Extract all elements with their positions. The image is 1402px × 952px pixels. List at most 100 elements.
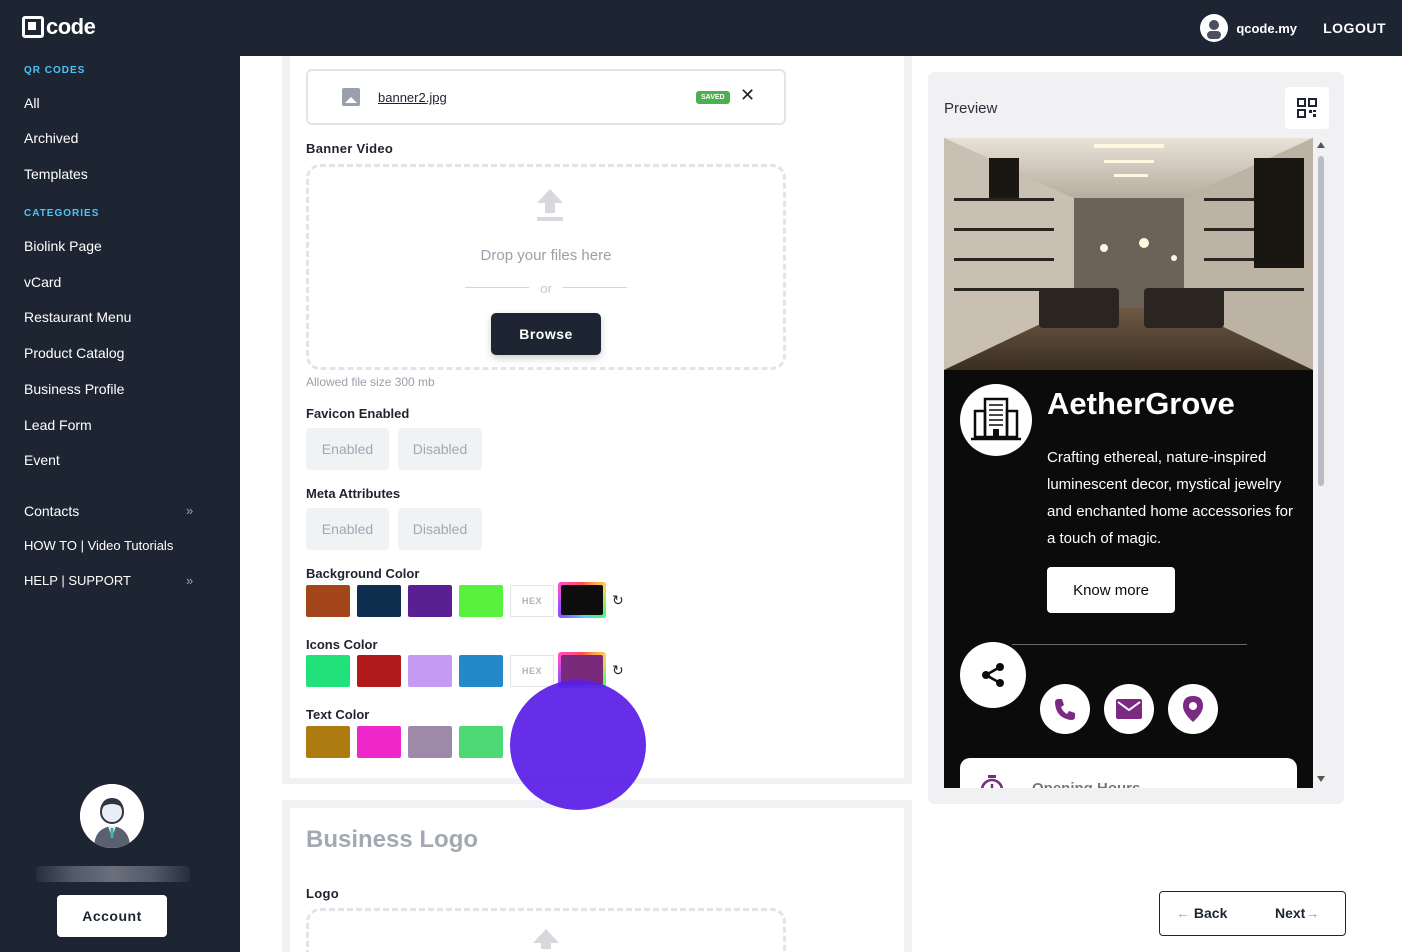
sidebar-item-biolink[interactable]: Biolink Page <box>24 238 102 254</box>
or-text: or <box>540 281 552 296</box>
logo-dropzone[interactable] <box>306 908 786 952</box>
bg-color-picker[interactable] <box>558 582 606 618</box>
text-swatch-gold[interactable] <box>306 726 350 758</box>
chevron-double-right-icon: » <box>186 573 194 588</box>
banner-video-label: Banner Video <box>306 141 394 156</box>
favicon-disabled-button[interactable]: Disabled <box>398 428 482 470</box>
chevron-double-right-icon: » <box>186 503 194 518</box>
icons-reset-icon[interactable]: ↻ <box>612 662 624 679</box>
preview-scrollbar[interactable] <box>1315 140 1326 788</box>
app-logo[interactable]: code <box>22 14 96 40</box>
text-swatch-green[interactable] <box>459 726 503 758</box>
sidebar-item-vcard[interactable]: vCard <box>24 274 61 290</box>
bg-swatch-green[interactable] <box>459 585 503 617</box>
sidebar-item-help-support[interactable]: HELP | SUPPORT <box>24 573 131 588</box>
divider <box>1012 644 1247 645</box>
bg-swatch-brown[interactable] <box>306 585 350 617</box>
browse-button[interactable]: Browse <box>491 313 601 355</box>
meta-attributes-label: Meta Attributes <box>306 486 401 501</box>
logout-link[interactable]: LOGOUT <box>1323 20 1386 36</box>
banner-file-row: banner2.jpg SAVED ✕ <box>306 69 786 125</box>
location-button[interactable] <box>1168 684 1218 734</box>
sidebar: QR CODES All Archived Templates CATEGORI… <box>0 56 240 952</box>
business-logo-title: Business Logo <box>306 826 479 853</box>
saved-badge: SAVED <box>696 91 730 104</box>
business-name: AetherGrove <box>1047 386 1235 421</box>
icons-color-label: Icons Color <box>306 637 378 652</box>
qr-code-button[interactable] <box>1285 87 1329 129</box>
logo-text: code <box>46 14 96 39</box>
business-logo <box>960 384 1032 456</box>
icons-hex-button[interactable]: HEX <box>510 655 554 687</box>
phone-icon <box>1055 699 1075 720</box>
or-divider-right <box>563 287 627 288</box>
business-description: Crafting ethereal, nature-inspired lumin… <box>1047 449 1293 547</box>
person-avatar-icon <box>80 784 144 848</box>
remove-file-icon[interactable]: ✕ <box>740 85 755 106</box>
preview-label: Preview <box>944 100 998 117</box>
icons-swatch-green[interactable] <box>306 655 350 687</box>
bg-hex-button[interactable]: HEX <box>510 585 554 617</box>
meta-disabled-button[interactable]: Disabled <box>398 508 482 550</box>
know-more-button[interactable]: Know more <box>1047 567 1175 613</box>
sidebar-item-templates[interactable]: Templates <box>24 166 88 182</box>
icons-swatch-lavender[interactable] <box>408 655 452 687</box>
arrow-right-icon: → <box>1305 905 1320 921</box>
mail-icon <box>1116 699 1142 719</box>
back-button[interactable]: ← Back <box>1176 905 1227 921</box>
building-logo-icon <box>971 397 1021 441</box>
sidebar-item-restaurant-menu[interactable]: Restaurant Menu <box>24 309 131 325</box>
opening-hours-label: Opening Hours <box>1032 780 1140 788</box>
sidebar-item-archived[interactable]: Archived <box>24 130 78 146</box>
banner-image <box>944 138 1313 370</box>
account-avatar <box>80 784 144 848</box>
stopwatch-icon <box>980 775 1004 788</box>
scroll-thumb[interactable] <box>1318 156 1324 486</box>
sidebar-item-video-tutorials[interactable]: HOW TO | Video Tutorials <box>24 538 173 553</box>
account-name-blurred <box>36 866 190 882</box>
step-navigation: ← Back Next→ <box>1159 891 1346 936</box>
floating-action-circle[interactable] <box>510 680 646 810</box>
account-button[interactable]: Account <box>57 895 167 937</box>
opening-hours-card[interactable]: Opening Hours <box>960 758 1297 788</box>
share-button[interactable] <box>960 642 1026 708</box>
share-icon <box>982 663 1004 687</box>
banner-file-link[interactable]: banner2.jpg <box>378 90 447 105</box>
favicon-label: Favicon Enabled <box>306 406 410 421</box>
top-bar: code qcode.my LOGOUT <box>0 0 1402 56</box>
sidebar-heading-qr: QR CODES <box>24 65 86 76</box>
sidebar-item-business-profile[interactable]: Business Profile <box>24 381 124 397</box>
meta-enabled-button[interactable]: Enabled <box>306 508 389 550</box>
next-button[interactable]: Next→ <box>1275 905 1319 921</box>
text-color-label: Text Color <box>306 707 370 722</box>
favicon-enabled-button[interactable]: Enabled <box>306 428 389 470</box>
scroll-down-arrow-icon[interactable] <box>1317 776 1325 782</box>
background-color-label: Background Color <box>306 566 420 581</box>
next-label: Next <box>1275 905 1306 921</box>
user-menu[interactable]: qcode.my <box>1200 14 1297 42</box>
logo-label: Logo <box>306 886 339 901</box>
icons-swatch-blue[interactable] <box>459 655 503 687</box>
sidebar-item-event[interactable]: Event <box>24 452 60 468</box>
phone-button[interactable] <box>1040 684 1090 734</box>
drop-files-text: Drop your files here <box>480 247 612 264</box>
bg-swatch-navy[interactable] <box>357 585 401 617</box>
icons-swatch-red[interactable] <box>357 655 401 687</box>
text-swatch-mauve[interactable] <box>408 726 452 758</box>
location-pin-icon <box>1183 696 1203 722</box>
sidebar-item-contacts[interactable]: Contacts <box>24 503 79 519</box>
sidebar-item-lead-form[interactable]: Lead Form <box>24 417 92 433</box>
scroll-up-arrow-icon[interactable] <box>1317 142 1325 148</box>
upload-arrow-icon <box>533 929 559 949</box>
bg-swatch-purple[interactable] <box>408 585 452 617</box>
image-file-icon <box>342 88 360 106</box>
text-swatch-pink[interactable] <box>357 726 401 758</box>
bg-reset-icon[interactable]: ↻ <box>612 592 624 609</box>
email-button[interactable] <box>1104 684 1154 734</box>
sidebar-item-all[interactable]: All <box>24 95 40 111</box>
user-avatar-icon <box>1200 14 1229 42</box>
phone-preview: AetherGrove Crafting ethereal, nature-in… <box>944 138 1313 788</box>
banner-video-dropzone[interactable]: Drop your files here or Browse <box>306 164 786 370</box>
qr-code-icon <box>1297 98 1317 118</box>
sidebar-item-product-catalog[interactable]: Product Catalog <box>24 345 124 361</box>
